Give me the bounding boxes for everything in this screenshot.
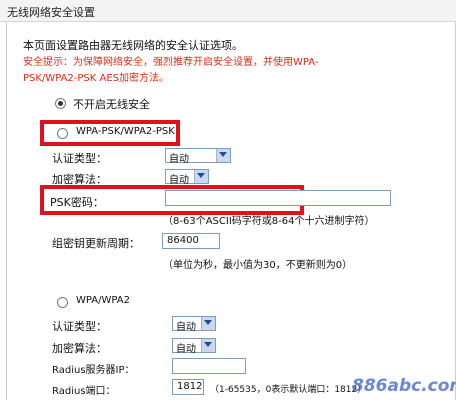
page-title: 无线网络安全设置 [7, 6, 95, 19]
wpa-auth-type-select[interactable]: 自动 [172, 316, 216, 333]
wpa-encryption-select[interactable]: 自动 [172, 338, 216, 355]
option-no-security-label: 不开启无线安全 [73, 98, 150, 111]
chevron-down-icon[interactable] [216, 149, 230, 162]
auth-type-label: 认证类型： [52, 152, 107, 165]
rekey-period-input[interactable]: 86400 [162, 233, 220, 249]
auth-type-select[interactable]: 自动 [165, 148, 231, 165]
title-bar: 无线网络安全设置 [0, 0, 456, 22]
encryption-select[interactable]: 自动 [165, 169, 209, 186]
security-tip-line2: PSK/WPA2-PSK AES加密方法。 [23, 73, 170, 84]
rekey-period-value: 86400 [167, 235, 199, 246]
radius-port-input[interactable]: 1812 [172, 379, 204, 395]
psk-password-input[interactable] [165, 190, 391, 206]
radius-port-value: 1812 [177, 381, 203, 392]
encryption-value: 自动 [169, 175, 189, 186]
option-wpa-label: WPA/WPA2 [76, 295, 130, 306]
chevron-down-icon[interactable] [201, 339, 215, 352]
chevron-down-icon[interactable] [201, 317, 215, 330]
radius-port-hint: （1-65535，0表示默认端口：1812） [210, 385, 367, 395]
psk-password-hint: （8-63个ASCII码字符或8-64个十六进制字符） [163, 216, 375, 227]
wpa-encryption-label: 加密算法： [52, 342, 107, 355]
option-wpa-psk-label: WPA-PSK/WPA2-PSK [76, 126, 175, 137]
radius-port-label: Radius端口： [52, 386, 116, 397]
security-tip-line1: 安全提示：为保障网络安全，强烈推荐开启安全设置，并使用WPA- [23, 57, 319, 68]
radio-wpa-psk[interactable] [57, 128, 68, 139]
watermark-text: 886abc.com [352, 376, 456, 396]
wpa-encryption-value: 自动 [176, 344, 196, 355]
psk-password-label: PSK密码： [50, 196, 104, 209]
radius-ip-label: Radius服务器IP： [52, 365, 135, 376]
wpa-auth-type-value: 自动 [176, 322, 196, 333]
auth-type-value: 自动 [169, 154, 189, 165]
chevron-down-icon[interactable] [194, 170, 208, 183]
intro-text: 本页面设置路由器无线网络的安全认证选项。 [23, 39, 243, 52]
wpa-auth-type-label: 认证类型： [52, 320, 107, 333]
rekey-period-label: 组密钥更新周期： [52, 237, 140, 250]
radio-wpa[interactable] [57, 297, 68, 308]
radius-ip-input[interactable] [172, 358, 246, 374]
radio-no-security[interactable] [55, 98, 66, 109]
rekey-period-hint: （单位为秒，最小值为30，不更新则为0） [163, 260, 353, 271]
